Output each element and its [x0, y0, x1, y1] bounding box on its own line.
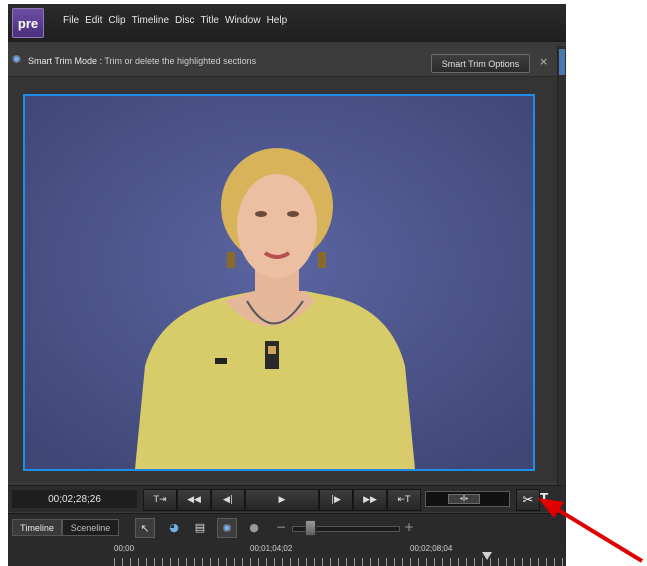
selection-tool-icon[interactable]: ↖ — [135, 518, 155, 538]
shuttle-handle[interactable]: ◂‖▸ — [448, 494, 480, 504]
smart-trim-message: Trim or delete the highlighted sections — [104, 56, 257, 66]
smart-trim-icon: ✺ — [12, 53, 22, 66]
smartfix-icon[interactable]: ◕ — [165, 518, 183, 536]
smart-trim-mode-label: Smart Trim Mode : — [28, 56, 103, 66]
zoom-in-icon[interactable]: + — [404, 520, 414, 534]
menu-clip[interactable]: Clip — [108, 15, 125, 26]
play-button[interactable]: ▶ — [245, 489, 319, 511]
list-icon[interactable]: ▤ — [191, 518, 209, 536]
menu-bar: pre File Edit Clip Timeline Disc Title W… — [8, 4, 566, 42]
red-arrow-annotation — [538, 498, 644, 563]
video-preview[interactable] — [23, 94, 535, 471]
menu-help[interactable]: Help — [267, 15, 288, 26]
monitor-panel — [8, 77, 557, 482]
menu-disc[interactable]: Disc — [175, 15, 194, 26]
smart-trim-tool-icon[interactable]: ✺ — [217, 518, 237, 538]
ruler-label: 00;02;08;04 — [410, 544, 453, 553]
smart-trim-text: Smart Trim Mode : Trim or delete the hig… — [28, 56, 256, 66]
go-to-end-button[interactable]: ⇤T — [387, 489, 421, 511]
timeline-toolbar: Timeline Sceneline ↖ ◕ ▤ ✺ ● − + — [8, 513, 566, 540]
tab-sceneline[interactable]: Sceneline — [62, 519, 119, 536]
smart-trim-bar: ✺ Smart Trim Mode : Trim or delete the h… — [8, 46, 557, 77]
menu-items: File Edit Clip Timeline Disc Title Windo… — [63, 15, 293, 26]
step-forward-button[interactable]: |▶ — [319, 489, 353, 511]
ruler-label: 00;01;04;02 — [250, 544, 293, 553]
video-frame-image — [25, 96, 533, 469]
app-logo: pre — [12, 8, 44, 38]
step-back-button[interactable]: ◀| — [211, 489, 245, 511]
menu-title[interactable]: Title — [200, 15, 219, 26]
ruler-label: 00;00 — [114, 544, 135, 553]
panel-tab[interactable] — [559, 49, 565, 75]
timecode-display[interactable]: 00;02;28;26 — [12, 490, 137, 508]
tab-timeline[interactable]: Timeline — [12, 519, 62, 536]
smart-trim-options-button[interactable]: Smart Trim Options — [431, 54, 530, 73]
close-icon[interactable]: × — [539, 55, 548, 68]
premiere-elements-window: pre File Edit Clip Timeline Disc Title W… — [8, 4, 566, 566]
zoom-out-icon[interactable]: − — [276, 520, 286, 534]
menu-file[interactable]: File — [63, 15, 79, 26]
shuttle-slider[interactable]: ◂‖▸ — [425, 491, 510, 507]
fast-forward-button[interactable]: ▶▶ — [353, 489, 387, 511]
menu-timeline[interactable]: Timeline — [132, 15, 169, 26]
rewind-button[interactable]: ◀◀ — [177, 489, 211, 511]
zoom-slider-thumb[interactable] — [305, 520, 316, 536]
menu-edit[interactable]: Edit — [85, 15, 102, 26]
timeline-ruler[interactable]: 00;00 00;01;04;02 00;02;08;04 — [8, 540, 566, 566]
transport-bar: 00;02;28;26 T⇥ ◀◀ ◀| ▶ |▶ ▶▶ ⇤T ◂‖▸ ✂ T — [8, 485, 566, 512]
audio-icon[interactable]: ● — [245, 518, 263, 536]
go-to-start-button[interactable]: T⇥ — [143, 489, 177, 511]
menu-window[interactable]: Window — [225, 15, 261, 26]
right-panel-strip — [557, 46, 566, 486]
ruler-ticks — [114, 558, 566, 566]
